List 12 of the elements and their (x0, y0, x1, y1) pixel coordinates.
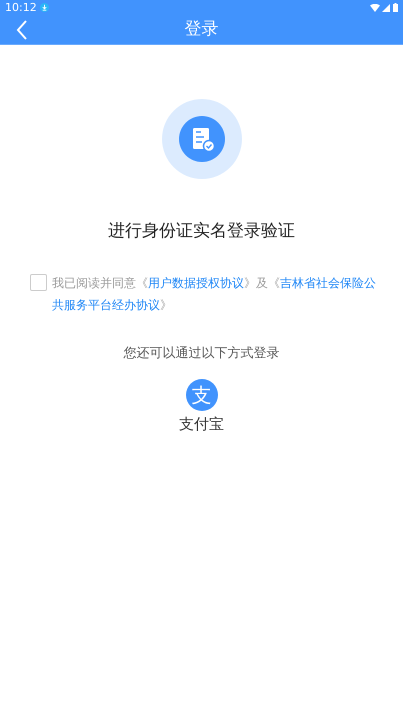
alipay-logo-icon: 支 (186, 379, 218, 411)
battery-icon (393, 3, 398, 12)
status-time: 10:12 (5, 2, 37, 13)
download-icon (40, 3, 49, 12)
wifi-icon (370, 4, 380, 12)
verification-heading: 进行身份证实名登录验证 (107, 220, 296, 243)
alternative-login-prompt: 您还可以通过以下方式登录 (122, 344, 280, 362)
page-title: 登录 (184, 18, 218, 41)
alipay-login-button[interactable]: 支 支付宝 (179, 379, 224, 436)
agreement-text: 我已阅读并同意《用户数据授权协议》及《吉林省社会保险公共服务平台经办协议》 (52, 274, 377, 314)
agreement-checkbox[interactable] (30, 274, 47, 290)
signal-icon (382, 4, 390, 12)
